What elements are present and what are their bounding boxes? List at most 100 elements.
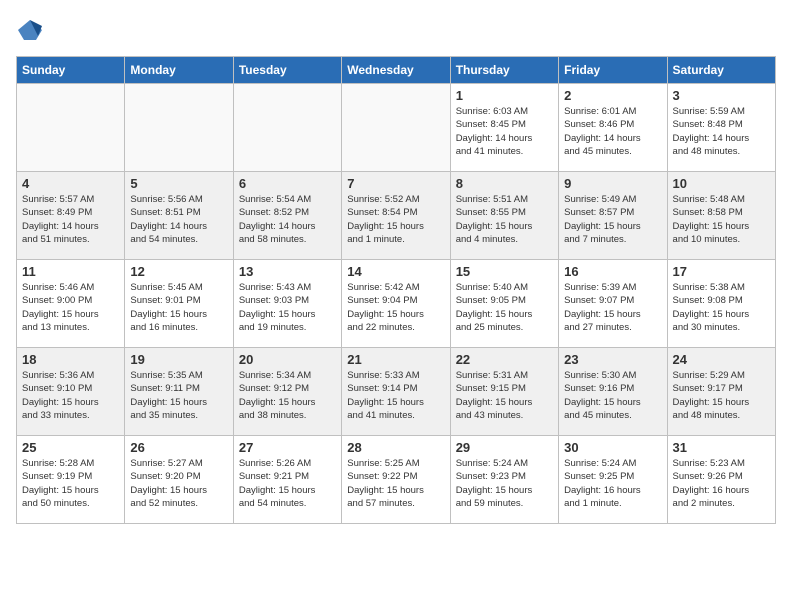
day-number: 30 bbox=[564, 440, 661, 455]
calendar-cell: 18 Sunrise: 5:36 AM Sunset: 9:10 PM Dayli… bbox=[17, 348, 125, 436]
day-number: 24 bbox=[673, 352, 770, 367]
day-number: 21 bbox=[347, 352, 444, 367]
day-info: Sunrise: 5:31 AM Sunset: 9:15 PM Dayligh… bbox=[456, 369, 553, 422]
day-info: Sunrise: 5:42 AM Sunset: 9:04 PM Dayligh… bbox=[347, 281, 444, 334]
calendar-week-1: 1 Sunrise: 6:03 AM Sunset: 8:45 PM Daylig… bbox=[17, 84, 776, 172]
calendar-cell: 10Sunrise: 5:48 AM Sunset: 8:58 PM Dayli… bbox=[667, 172, 775, 260]
day-info: Sunrise: 5:46 AM Sunset: 9:00 PM Dayligh… bbox=[22, 281, 119, 334]
calendar-cell: 11 Sunrise: 5:46 AM Sunset: 9:00 PM Dayli… bbox=[17, 260, 125, 348]
calendar-cell: 29 Sunrise: 5:24 AM Sunset: 9:23 PM Dayli… bbox=[450, 436, 558, 524]
day-info: Sunrise: 5:24 AM Sunset: 9:23 PM Dayligh… bbox=[456, 457, 553, 510]
calendar-cell: 24 Sunrise: 5:29 AM Sunset: 9:17 PM Dayli… bbox=[667, 348, 775, 436]
day-number: 6 bbox=[239, 176, 336, 191]
day-number: 22 bbox=[456, 352, 553, 367]
calendar-table: SundayMondayTuesdayWednesdayThursdayFrid… bbox=[16, 56, 776, 524]
day-number: 4 bbox=[22, 176, 119, 191]
day-info: Sunrise: 5:48 AM Sunset: 8:58 PM Dayligh… bbox=[673, 193, 770, 246]
calendar-cell: 15Sunrise: 5:40 AM Sunset: 9:05 PM Dayli… bbox=[450, 260, 558, 348]
day-number: 28 bbox=[347, 440, 444, 455]
day-number: 3 bbox=[673, 88, 770, 103]
day-info: Sunrise: 5:57 AM Sunset: 8:49 PM Dayligh… bbox=[22, 193, 119, 246]
day-number: 7 bbox=[347, 176, 444, 191]
header-wednesday: Wednesday bbox=[342, 57, 450, 84]
day-number: 25 bbox=[22, 440, 119, 455]
calendar-cell: 5 Sunrise: 5:56 AM Sunset: 8:51 PM Daylig… bbox=[125, 172, 233, 260]
day-info: Sunrise: 5:56 AM Sunset: 8:51 PM Dayligh… bbox=[130, 193, 227, 246]
calendar-cell: 4 Sunrise: 5:57 AM Sunset: 8:49 PM Daylig… bbox=[17, 172, 125, 260]
calendar-cell: 30 Sunrise: 5:24 AM Sunset: 9:25 PM Dayli… bbox=[559, 436, 667, 524]
calendar-cell: 6Sunrise: 5:54 AM Sunset: 8:52 PM Daylig… bbox=[233, 172, 341, 260]
calendar-week-3: 11 Sunrise: 5:46 AM Sunset: 9:00 PM Dayli… bbox=[17, 260, 776, 348]
day-info: Sunrise: 5:49 AM Sunset: 8:57 PM Dayligh… bbox=[564, 193, 661, 246]
day-info: Sunrise: 5:25 AM Sunset: 9:22 PM Dayligh… bbox=[347, 457, 444, 510]
calendar-week-2: 4 Sunrise: 5:57 AM Sunset: 8:49 PM Daylig… bbox=[17, 172, 776, 260]
calendar-week-5: 25 Sunrise: 5:28 AM Sunset: 9:19 PM Dayli… bbox=[17, 436, 776, 524]
day-number: 8 bbox=[456, 176, 553, 191]
calendar-cell: 22 Sunrise: 5:31 AM Sunset: 9:15 PM Dayli… bbox=[450, 348, 558, 436]
day-info: Sunrise: 5:52 AM Sunset: 8:54 PM Dayligh… bbox=[347, 193, 444, 246]
calendar-cell bbox=[17, 84, 125, 172]
day-info: Sunrise: 5:43 AM Sunset: 9:03 PM Dayligh… bbox=[239, 281, 336, 334]
calendar-cell: 25 Sunrise: 5:28 AM Sunset: 9:19 PM Dayli… bbox=[17, 436, 125, 524]
calendar-cell: 21 Sunrise: 5:33 AM Sunset: 9:14 PM Dayli… bbox=[342, 348, 450, 436]
day-info: Sunrise: 5:59 AM Sunset: 8:48 PM Dayligh… bbox=[673, 105, 770, 158]
calendar-cell: 28 Sunrise: 5:25 AM Sunset: 9:22 PM Dayli… bbox=[342, 436, 450, 524]
calendar-cell: 16 Sunrise: 5:39 AM Sunset: 9:07 PM Dayli… bbox=[559, 260, 667, 348]
calendar-cell: 12Sunrise: 5:45 AM Sunset: 9:01 PM Dayli… bbox=[125, 260, 233, 348]
header-sunday: Sunday bbox=[17, 57, 125, 84]
day-number: 16 bbox=[564, 264, 661, 279]
calendar-header-row: SundayMondayTuesdayWednesdayThursdayFrid… bbox=[17, 57, 776, 84]
day-info: Sunrise: 5:34 AM Sunset: 9:12 PM Dayligh… bbox=[239, 369, 336, 422]
day-number: 17 bbox=[673, 264, 770, 279]
day-info: Sunrise: 6:01 AM Sunset: 8:46 PM Dayligh… bbox=[564, 105, 661, 158]
day-number: 19 bbox=[130, 352, 227, 367]
day-number: 11 bbox=[22, 264, 119, 279]
calendar-cell: 19 Sunrise: 5:35 AM Sunset: 9:11 PM Dayli… bbox=[125, 348, 233, 436]
day-info: Sunrise: 5:38 AM Sunset: 9:08 PM Dayligh… bbox=[673, 281, 770, 334]
calendar-week-4: 18 Sunrise: 5:36 AM Sunset: 9:10 PM Dayli… bbox=[17, 348, 776, 436]
day-info: Sunrise: 6:03 AM Sunset: 8:45 PM Dayligh… bbox=[456, 105, 553, 158]
day-number: 23 bbox=[564, 352, 661, 367]
header-thursday: Thursday bbox=[450, 57, 558, 84]
day-info: Sunrise: 5:29 AM Sunset: 9:17 PM Dayligh… bbox=[673, 369, 770, 422]
day-info: Sunrise: 5:24 AM Sunset: 9:25 PM Dayligh… bbox=[564, 457, 661, 510]
calendar-cell: 14 Sunrise: 5:42 AM Sunset: 9:04 PM Dayli… bbox=[342, 260, 450, 348]
day-number: 2 bbox=[564, 88, 661, 103]
day-number: 20 bbox=[239, 352, 336, 367]
day-number: 14 bbox=[347, 264, 444, 279]
day-number: 26 bbox=[130, 440, 227, 455]
calendar-cell: 1 Sunrise: 6:03 AM Sunset: 8:45 PM Daylig… bbox=[450, 84, 558, 172]
calendar-cell: 31Sunrise: 5:23 AM Sunset: 9:26 PM Dayli… bbox=[667, 436, 775, 524]
logo-icon bbox=[16, 16, 44, 44]
calendar-cell: 27 Sunrise: 5:26 AM Sunset: 9:21 PM Dayli… bbox=[233, 436, 341, 524]
calendar-cell: 26Sunrise: 5:27 AM Sunset: 9:20 PM Dayli… bbox=[125, 436, 233, 524]
header-saturday: Saturday bbox=[667, 57, 775, 84]
day-info: Sunrise: 5:30 AM Sunset: 9:16 PM Dayligh… bbox=[564, 369, 661, 422]
header-friday: Friday bbox=[559, 57, 667, 84]
day-number: 29 bbox=[456, 440, 553, 455]
day-info: Sunrise: 5:23 AM Sunset: 9:26 PM Dayligh… bbox=[673, 457, 770, 510]
day-number: 5 bbox=[130, 176, 227, 191]
calendar-cell: 13 Sunrise: 5:43 AM Sunset: 9:03 PM Dayli… bbox=[233, 260, 341, 348]
day-info: Sunrise: 5:33 AM Sunset: 9:14 PM Dayligh… bbox=[347, 369, 444, 422]
day-number: 15 bbox=[456, 264, 553, 279]
day-number: 18 bbox=[22, 352, 119, 367]
day-info: Sunrise: 5:35 AM Sunset: 9:11 PM Dayligh… bbox=[130, 369, 227, 422]
calendar-cell: 3 Sunrise: 5:59 AM Sunset: 8:48 PM Daylig… bbox=[667, 84, 775, 172]
day-number: 1 bbox=[456, 88, 553, 103]
calendar-cell: 9 Sunrise: 5:49 AM Sunset: 8:57 PM Daylig… bbox=[559, 172, 667, 260]
day-info: Sunrise: 5:39 AM Sunset: 9:07 PM Dayligh… bbox=[564, 281, 661, 334]
day-number: 12 bbox=[130, 264, 227, 279]
day-number: 9 bbox=[564, 176, 661, 191]
calendar-cell: 23 Sunrise: 5:30 AM Sunset: 9:16 PM Dayli… bbox=[559, 348, 667, 436]
day-number: 27 bbox=[239, 440, 336, 455]
day-info: Sunrise: 5:36 AM Sunset: 9:10 PM Dayligh… bbox=[22, 369, 119, 422]
logo bbox=[16, 16, 48, 44]
day-info: Sunrise: 5:26 AM Sunset: 9:21 PM Dayligh… bbox=[239, 457, 336, 510]
header-tuesday: Tuesday bbox=[233, 57, 341, 84]
page-header bbox=[16, 16, 776, 44]
day-number: 13 bbox=[239, 264, 336, 279]
day-info: Sunrise: 5:28 AM Sunset: 9:19 PM Dayligh… bbox=[22, 457, 119, 510]
calendar-cell: 20 Sunrise: 5:34 AM Sunset: 9:12 PM Dayli… bbox=[233, 348, 341, 436]
calendar-cell bbox=[233, 84, 341, 172]
